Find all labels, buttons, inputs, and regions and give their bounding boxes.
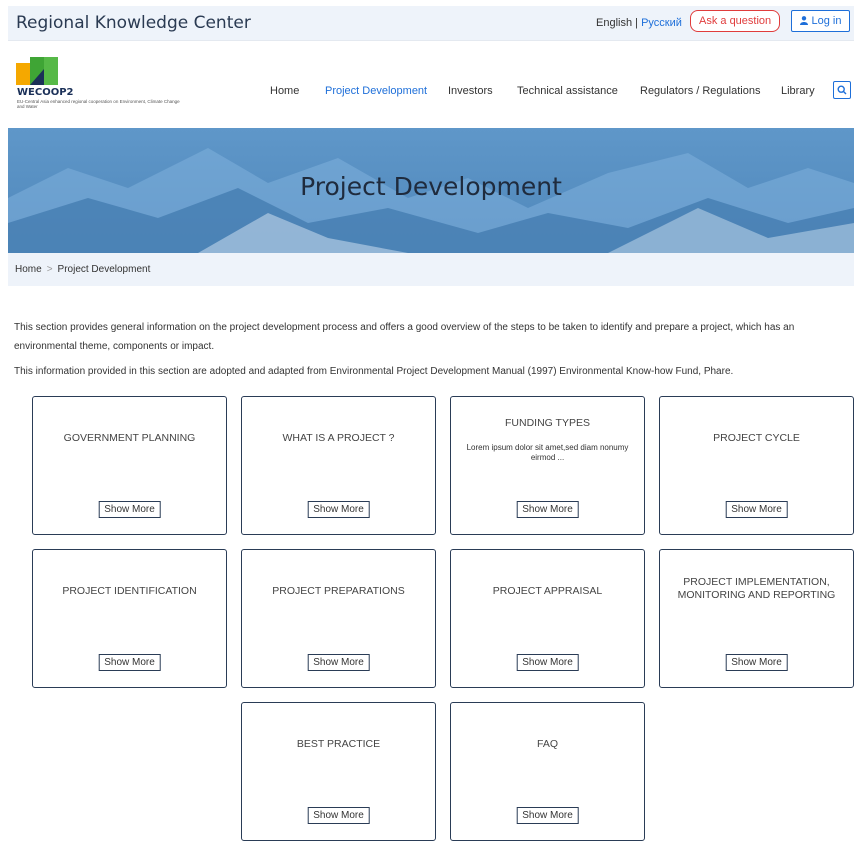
show-more-button[interactable]: Show More xyxy=(307,501,370,518)
card-faq: FAQ Show More xyxy=(450,702,645,841)
search-button[interactable] xyxy=(833,81,851,99)
intro-paragraph-2: This information provided in this sectio… xyxy=(14,366,734,377)
show-more-button[interactable]: Show More xyxy=(725,501,788,518)
ask-question-button[interactable]: Ask a question xyxy=(690,10,781,32)
hero-banner: Project Development xyxy=(8,128,854,253)
show-more-button[interactable]: Show More xyxy=(725,654,788,671)
breadcrumb-separator: > xyxy=(46,264,53,275)
card-project-identification: PROJECT IDENTIFICATION Show More xyxy=(32,549,227,688)
card-government-planning: GOVERNMENT PLANNING Show More xyxy=(32,396,227,535)
card-title: FUNDING TYPES xyxy=(505,417,590,429)
card-title: BEST PRACTICE xyxy=(296,737,381,750)
card-title: GOVERNMENT PLANNING xyxy=(63,431,196,444)
site-title[interactable]: Regional Knowledge Center xyxy=(16,13,251,33)
show-more-button[interactable]: Show More xyxy=(516,807,579,824)
card-title: PROJECT IDENTIFICATION xyxy=(62,584,197,597)
nav-home[interactable]: Home xyxy=(270,85,299,97)
card-project-implementation: PROJECT IMPLEMENTATION, MONITORING AND R… xyxy=(659,549,854,688)
search-icon xyxy=(837,85,847,95)
wecoop-logo[interactable] xyxy=(16,57,58,85)
card-project-appraisal: PROJECT APPRAISAL Show More xyxy=(450,549,645,688)
nav-regulators[interactable]: Regulators / Regulations xyxy=(640,85,760,97)
show-more-button[interactable]: Show More xyxy=(307,807,370,824)
nav-technical-assistance[interactable]: Technical assistance xyxy=(517,85,618,97)
language-switcher: English | Русский xyxy=(596,17,682,29)
main-navbar: WECOOP2 EU-Central Asia enhanced regiona… xyxy=(8,40,854,129)
top-bar: Regional Knowledge Center English | Русс… xyxy=(8,6,854,40)
card-title: FAQ xyxy=(536,737,558,750)
nav-project-development[interactable]: Project Development xyxy=(325,85,427,97)
login-button[interactable]: Log in xyxy=(791,10,850,32)
card-what-is-a-project: WHAT IS A PROJECT ? Show More xyxy=(241,396,436,535)
show-more-button[interactable]: Show More xyxy=(98,501,161,518)
card-best-practice: BEST PRACTICE Show More xyxy=(241,702,436,841)
login-label: Log in xyxy=(811,15,842,27)
card-project-preparations: PROJECT PREPARATIONS Show More xyxy=(241,549,436,688)
breadcrumb: Home > Project Development xyxy=(8,253,854,286)
card-title: WHAT IS A PROJECT ? xyxy=(282,431,395,444)
logo-tagline: EU-Central Asia enhanced regional cooper… xyxy=(17,99,180,109)
card-title: PROJECT CYCLE xyxy=(713,431,800,444)
user-icon xyxy=(799,16,808,25)
nav-investors[interactable]: Investors xyxy=(448,85,493,97)
show-more-button[interactable]: Show More xyxy=(516,501,579,518)
card-project-cycle: PROJECT CYCLE Show More xyxy=(659,396,854,535)
card-title: PROJECT PREPARATIONS xyxy=(272,584,405,597)
lang-russian[interactable]: Русский xyxy=(641,17,682,29)
logo-name: WECOOP2 xyxy=(17,87,74,98)
card-title: PROJECT APPRAISAL xyxy=(492,584,603,597)
breadcrumb-current: Project Development xyxy=(57,264,151,275)
card-description: Lorem ipsum dolor sit amet,sed diam nonu… xyxy=(466,443,629,462)
breadcrumb-home[interactable]: Home xyxy=(15,264,42,275)
nav-library[interactable]: Library xyxy=(781,85,815,97)
show-more-button[interactable]: Show More xyxy=(307,654,370,671)
lang-english[interactable]: English xyxy=(596,17,632,29)
show-more-button[interactable]: Show More xyxy=(98,654,161,671)
card-title: PROJECT IMPLEMENTATION, MONITORING AND R… xyxy=(677,576,836,601)
lang-separator: | xyxy=(632,17,642,29)
page-title: Project Development xyxy=(300,172,562,201)
intro-paragraph-1: This section provides general informatio… xyxy=(14,322,795,352)
show-more-button[interactable]: Show More xyxy=(516,654,579,671)
card-funding-types: FUNDING TYPES Lorem ipsum dolor sit amet… xyxy=(450,396,645,535)
